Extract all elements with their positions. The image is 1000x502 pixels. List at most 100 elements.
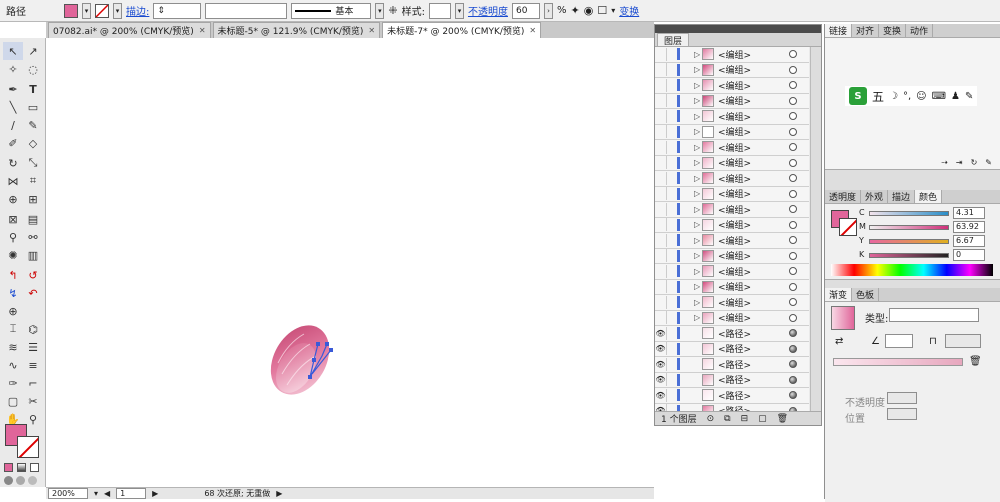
variable-width-select[interactable]: [205, 2, 288, 19]
prev-artboard-icon[interactable]: ◀: [104, 489, 110, 498]
column-graph-icon[interactable]: ☰: [23, 338, 43, 356]
zoom-select[interactable]: 200%: [48, 488, 88, 499]
y-input[interactable]: 6.67: [953, 235, 985, 247]
gradient-preview[interactable]: [831, 306, 855, 330]
locate-object-icon[interactable]: ⊙: [707, 414, 715, 424]
shape-builder-icon[interactable]: ⊕: [3, 190, 23, 208]
lasso-icon[interactable]: ◌: [23, 60, 43, 78]
lock-toggle[interactable]: [666, 202, 677, 216]
expand-arrow-icon[interactable]: ▷: [694, 236, 702, 245]
lock-toggle[interactable]: [666, 78, 677, 92]
target-circle-icon[interactable]: [789, 360, 797, 369]
close-icon[interactable]: ✕: [199, 26, 206, 35]
visibility-eye-icon[interactable]: 👁: [655, 344, 666, 353]
custom-tool-b-icon[interactable]: ↺: [23, 266, 43, 284]
target-icon[interactable]: ⊕: [3, 302, 23, 320]
tab-untitled-5[interactable]: 未标题-5* @ 121.9% (CMYK/预览) ✕: [212, 22, 381, 38]
layer-row[interactable]: ▷ <编组>: [655, 279, 809, 295]
lock-toggle[interactable]: [666, 63, 677, 77]
expand-arrow-icon[interactable]: ▷: [694, 205, 702, 214]
close-icon[interactable]: ✕: [368, 26, 375, 35]
lock-toggle[interactable]: [666, 249, 677, 263]
punct-icon[interactable]: °,: [903, 91, 911, 102]
visibility-eye-icon[interactable]: 👁: [655, 375, 666, 384]
opacity-input[interactable]: 60: [511, 2, 540, 19]
gradient-slider[interactable]: [833, 358, 963, 366]
target-circle-icon[interactable]: [789, 81, 797, 90]
k-input[interactable]: 0: [953, 249, 985, 261]
layers-scrollbar[interactable]: [810, 47, 821, 412]
lock-toggle[interactable]: [666, 109, 677, 123]
type-tool-icon[interactable]: T: [23, 80, 43, 98]
y-slider[interactable]: [869, 239, 949, 244]
target-circle-icon[interactable]: [789, 205, 797, 214]
update-link-icon[interactable]: ↻: [971, 158, 978, 167]
align-icon[interactable]: ☐: [597, 4, 607, 17]
target-circle-icon[interactable]: [789, 298, 797, 307]
expand-arrow-icon[interactable]: ▷: [694, 298, 702, 307]
target-circle-icon[interactable]: [789, 65, 797, 74]
artboard-tool-icon[interactable]: ⌶: [3, 320, 23, 338]
scale-tool-icon[interactable]: ⤡: [23, 154, 43, 172]
layer-row[interactable]: 👁 <路径>: [655, 372, 809, 388]
none-mode-button[interactable]: [30, 463, 39, 472]
layer-row[interactable]: ▷ <编组>: [655, 155, 809, 171]
stop-opacity-input[interactable]: [887, 392, 917, 404]
pen-tool-icon[interactable]: ✒: [3, 80, 23, 98]
person-icon[interactable]: ♟: [951, 91, 960, 102]
lock-toggle[interactable]: [666, 342, 677, 356]
custom-tool-a-icon[interactable]: ↰: [3, 266, 23, 284]
tab-links[interactable]: 链接: [825, 24, 853, 37]
wave-icon[interactable]: ∿: [3, 356, 23, 374]
rotate-tool-icon[interactable]: ↻: [3, 154, 23, 172]
puppet-icon[interactable]: ✑: [3, 374, 23, 392]
expand-arrow-icon[interactable]: ▷: [694, 96, 702, 105]
expand-arrow-icon[interactable]: ▷: [694, 282, 702, 291]
draw-mode-icon[interactable]: [4, 476, 42, 485]
lock-toggle[interactable]: [666, 357, 677, 371]
artboard-number-input[interactable]: 1: [116, 488, 147, 499]
expand-arrow-icon[interactable]: ▷: [694, 158, 702, 167]
expand-arrow-icon[interactable]: ▷: [694, 251, 702, 260]
slice-tool-icon[interactable]: ⌬: [23, 320, 43, 338]
layer-row[interactable]: ▷ <编组>: [655, 124, 809, 140]
lock-toggle[interactable]: [666, 264, 677, 278]
color-spectrum[interactable]: [831, 264, 993, 276]
lock-toggle[interactable]: [666, 187, 677, 201]
wubi-mode-icon[interactable]: 五: [872, 88, 884, 105]
expand-arrow-icon[interactable]: ▷: [694, 313, 702, 322]
fill-swatch[interactable]: [64, 3, 78, 18]
lock-toggle[interactable]: [666, 295, 677, 309]
layer-row[interactable]: ▷ <编组>: [655, 93, 809, 109]
layer-row[interactable]: ▷ <编组>: [655, 171, 809, 187]
wrench-icon[interactable]: ✎: [965, 91, 973, 102]
opacity-link[interactable]: 不透明度: [468, 3, 508, 18]
opacity-dropdown[interactable]: ›: [543, 2, 553, 19]
gradient-mode-button[interactable]: [17, 463, 26, 472]
perspective-grid-icon[interactable]: ⊞: [23, 190, 43, 208]
brush-dropdown[interactable]: ▾: [375, 2, 385, 19]
layer-row[interactable]: ▷ <编组>: [655, 264, 809, 280]
layer-row[interactable]: ▷ <编组>: [655, 140, 809, 156]
lock-toggle[interactable]: [666, 125, 677, 139]
style-dropdown[interactable]: ▾: [454, 2, 464, 19]
graphic-style-swatch[interactable]: [428, 2, 451, 19]
keyboard-icon[interactable]: ⌨: [932, 91, 946, 102]
selection-tool-icon[interactable]: ↖: [3, 42, 23, 60]
tab-swatches[interactable]: 色板: [852, 288, 880, 301]
layer-row[interactable]: ▷ <编组>: [655, 62, 809, 78]
magic-wand-icon[interactable]: ✧: [3, 60, 23, 78]
free-transform-icon[interactable]: ⌗: [23, 172, 43, 190]
blend-tool-icon[interactable]: ⚯: [23, 228, 43, 246]
target-circle-icon[interactable]: [789, 189, 797, 198]
brush-select[interactable]: 基本: [291, 2, 372, 19]
moon-icon[interactable]: ☽: [889, 91, 898, 102]
layer-row[interactable]: ▷ <编组>: [655, 78, 809, 94]
target-circle-icon[interactable]: [789, 174, 797, 183]
smile-icon[interactable]: ☺: [916, 91, 926, 102]
target-circle-icon[interactable]: [789, 344, 797, 353]
layer-row[interactable]: 👁 <路径>: [655, 326, 809, 342]
k-slider[interactable]: [869, 253, 949, 258]
lock-toggle[interactable]: [666, 156, 677, 170]
target-circle-icon[interactable]: [789, 375, 797, 384]
